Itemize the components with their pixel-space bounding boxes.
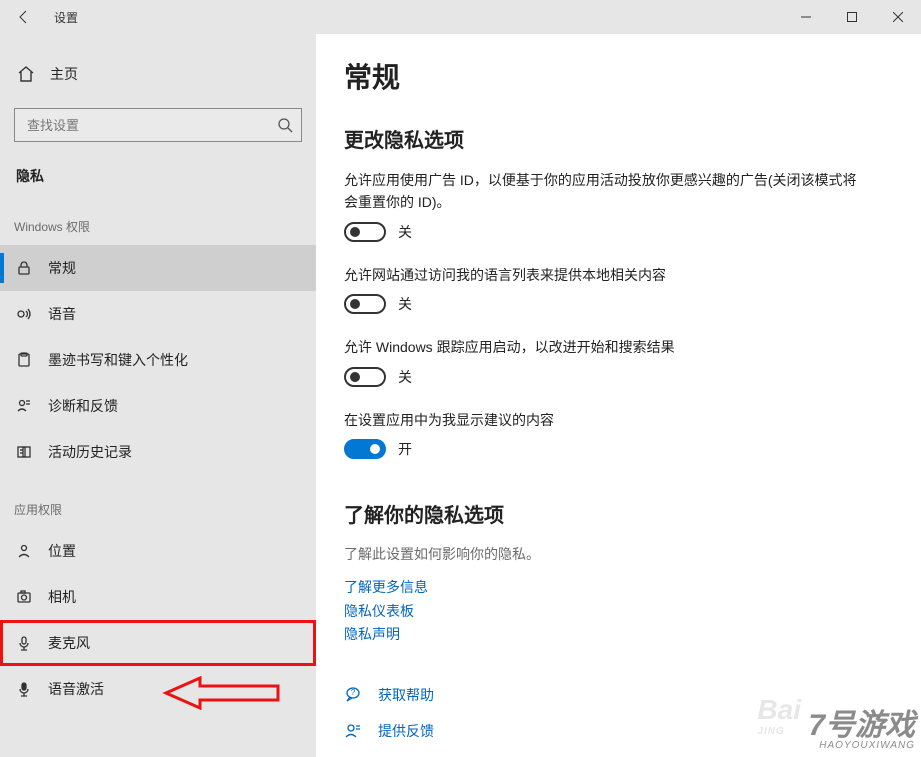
privacy-option: 在设置应用中为我显示建议的内容开 xyxy=(344,409,864,459)
help-link-row[interactable]: ? 获取帮助 xyxy=(344,685,921,705)
window-controls xyxy=(783,0,921,34)
close-button[interactable] xyxy=(875,0,921,34)
speech-icon xyxy=(16,306,32,322)
minimize-icon xyxy=(801,12,811,22)
window-title: 设置 xyxy=(54,9,78,26)
help-icon: ? xyxy=(344,686,362,704)
clipboard-icon xyxy=(16,352,32,368)
home-icon xyxy=(17,65,35,83)
toggle-switch[interactable] xyxy=(344,222,386,242)
camera-icon xyxy=(16,589,32,605)
titlebar: 设置 xyxy=(0,0,921,34)
toggle-switch[interactable] xyxy=(344,439,386,459)
nav-item-camera[interactable]: 相机 xyxy=(0,574,316,620)
home-label: 主页 xyxy=(50,64,78,84)
nav-item-activity-history[interactable]: 活动历史记录 xyxy=(0,429,316,475)
nav-item-inking[interactable]: 墨迹书写和键入个性化 xyxy=(0,337,316,383)
privacy-link[interactable]: 隐私声明 xyxy=(344,625,921,645)
search-box[interactable] xyxy=(14,108,302,142)
maximize-icon xyxy=(847,12,857,22)
arrow-left-icon xyxy=(16,9,32,25)
feedback-icon xyxy=(16,398,32,414)
toggle-state-label: 关 xyxy=(398,367,412,387)
nav-item-diagnostics[interactable]: 诊断和反馈 xyxy=(0,383,316,429)
back-button[interactable] xyxy=(0,0,48,34)
section-title-change-privacy: 更改隐私选项 xyxy=(344,124,921,153)
page-title: 常规 xyxy=(344,56,921,96)
toggle-state-label: 关 xyxy=(398,294,412,314)
history-icon xyxy=(16,444,32,460)
nav-label: 常规 xyxy=(48,258,76,278)
svg-text:?: ? xyxy=(351,688,356,697)
nav-item-speech[interactable]: 语音 xyxy=(0,291,316,337)
category-title: 隐私 xyxy=(0,142,316,192)
nav-item-general[interactable]: 常规 xyxy=(0,245,316,291)
nav-label: 相机 xyxy=(48,587,76,607)
search-icon xyxy=(277,117,293,133)
toggle-state-label: 关 xyxy=(398,222,412,242)
nav-item-voice-activation[interactable]: 语音激活 xyxy=(0,666,316,712)
feedback-icon xyxy=(344,722,362,740)
home-button[interactable]: 主页 xyxy=(0,54,316,94)
learn-description: 了解此设置如何影响你的隐私。 xyxy=(344,544,921,564)
nav-label: 语音 xyxy=(48,304,76,324)
section-header-app-permissions: 应用权限 xyxy=(0,475,316,528)
nav-label: 墨迹书写和键入个性化 xyxy=(48,350,188,370)
help-link-label: 提供反馈 xyxy=(378,721,434,741)
privacy-link[interactable]: 隐私仪表板 xyxy=(344,602,921,622)
toggle-switch[interactable] xyxy=(344,294,386,314)
lock-icon xyxy=(16,260,32,276)
privacy-option: 允许 Windows 跟踪应用启动，以改进开始和搜索结果关 xyxy=(344,336,864,386)
option-description: 在设置应用中为我显示建议的内容 xyxy=(344,409,864,431)
nav-item-microphone[interactable]: 麦克风 xyxy=(0,620,316,666)
content-area: 常规 更改隐私选项 允许应用使用广告 ID，以便基于你的应用活动投放你更感兴趣的… xyxy=(316,34,921,757)
privacy-link[interactable]: 了解更多信息 xyxy=(344,578,921,598)
help-link-label: 获取帮助 xyxy=(378,685,434,705)
option-description: 允许 Windows 跟踪应用启动，以改进开始和搜索结果 xyxy=(344,336,864,358)
search-input[interactable] xyxy=(27,118,277,133)
option-description: 允许网站通过访问我的语言列表来提供本地相关内容 xyxy=(344,264,864,286)
toggle-state-label: 开 xyxy=(398,439,412,459)
sidebar: 主页 隐私 Windows 权限 常规 语音 墨迹书写和键入个性化 诊断和反馈 … xyxy=(0,34,316,757)
section-title-learn: 了解你的隐私选项 xyxy=(344,499,921,528)
nav-item-location[interactable]: 位置 xyxy=(0,528,316,574)
nav-label: 活动历史记录 xyxy=(48,442,132,462)
voice-activation-icon xyxy=(16,681,32,697)
help-link-row[interactable]: 提供反馈 xyxy=(344,721,921,741)
nav-label: 麦克风 xyxy=(48,633,90,653)
microphone-icon xyxy=(16,635,32,651)
privacy-option: 允许网站通过访问我的语言列表来提供本地相关内容关 xyxy=(344,264,864,314)
close-icon xyxy=(893,12,903,22)
minimize-button[interactable] xyxy=(783,0,829,34)
section-header-windows-permissions: Windows 权限 xyxy=(0,192,316,245)
option-description: 允许应用使用广告 ID，以便基于你的应用活动投放你更感兴趣的广告(关闭该模式将会… xyxy=(344,169,864,214)
location-icon xyxy=(16,543,32,559)
toggle-switch[interactable] xyxy=(344,367,386,387)
nav-label: 语音激活 xyxy=(48,679,104,699)
nav-label: 诊断和反馈 xyxy=(48,396,118,416)
maximize-button[interactable] xyxy=(829,0,875,34)
nav-label: 位置 xyxy=(48,541,76,561)
privacy-option: 允许应用使用广告 ID，以便基于你的应用活动投放你更感兴趣的广告(关闭该模式将会… xyxy=(344,169,864,242)
